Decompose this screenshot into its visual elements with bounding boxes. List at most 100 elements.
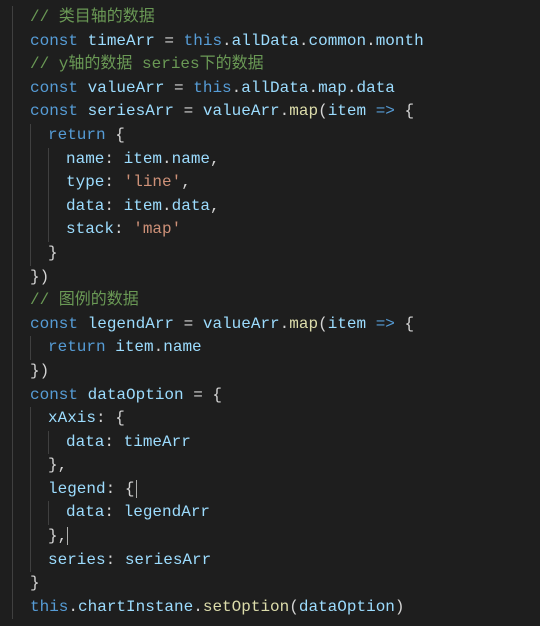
code-line[interactable]: data: legendArr xyxy=(12,501,540,525)
token-kw: return xyxy=(48,126,106,144)
token-pun: . xyxy=(222,32,232,50)
token-pun: } xyxy=(30,574,40,592)
code-line[interactable]: } xyxy=(12,242,540,266)
indent-guide xyxy=(30,525,31,549)
token-kw: => xyxy=(366,102,404,120)
code-line[interactable]: }) xyxy=(12,266,540,290)
code-line[interactable]: }, xyxy=(12,454,540,478)
code-line[interactable]: const timeArr = this.allData.common.mont… xyxy=(12,30,540,54)
token-pun: }) xyxy=(30,268,49,286)
code-line[interactable]: // 类目轴的数据 xyxy=(12,6,540,30)
indent-guide xyxy=(12,218,13,242)
token-pun: : { xyxy=(96,409,125,427)
code-line[interactable]: return item.name xyxy=(12,336,540,360)
indent-guide xyxy=(30,478,31,502)
indent-guide xyxy=(30,171,31,195)
token-pun: ( xyxy=(318,102,328,120)
code-line[interactable]: }) xyxy=(12,360,540,384)
code-line[interactable]: data: item.data, xyxy=(12,195,540,219)
token-kw: const xyxy=(30,386,88,404)
indent-guide xyxy=(30,195,31,219)
indent-guide xyxy=(30,549,31,573)
token-var: item xyxy=(328,315,366,333)
code-line[interactable]: return { xyxy=(12,124,540,148)
code-line[interactable]: // y轴的数据 series下的数据 xyxy=(12,53,540,77)
indent-guide xyxy=(12,360,13,384)
token-this: this xyxy=(30,598,68,616)
token-prop: legend xyxy=(48,480,106,498)
indent-guide xyxy=(48,171,49,195)
indent-guide xyxy=(30,242,31,266)
code-line[interactable]: legend: { xyxy=(12,478,540,502)
token-var: timeArr xyxy=(88,32,155,50)
token-var: item xyxy=(124,150,162,168)
token-prop: name xyxy=(172,150,210,168)
indent-guide xyxy=(12,77,13,101)
text-cursor xyxy=(136,480,137,498)
indent-guide xyxy=(12,242,13,266)
token-kw: return xyxy=(48,338,106,356)
indent-guide xyxy=(30,124,31,148)
token-var: valueArr xyxy=(88,79,165,97)
indent-guide xyxy=(30,501,31,525)
token-pun: { xyxy=(405,315,415,333)
token-var: item xyxy=(124,197,162,215)
token-fn: map xyxy=(289,315,318,333)
indent-guide xyxy=(12,501,13,525)
token-pun: }) xyxy=(30,362,49,380)
code-line[interactable]: } xyxy=(12,572,540,596)
token-pun: = xyxy=(155,32,184,50)
token-pun: . xyxy=(308,79,318,97)
token-cmt: // y轴的数据 series下的数据 xyxy=(30,55,264,73)
token-kw: const xyxy=(30,102,88,120)
token-str: 'map' xyxy=(133,220,181,238)
token-prop: chartInstane xyxy=(78,598,193,616)
token-prop: data xyxy=(66,197,104,215)
token-prop: xAxis xyxy=(48,409,96,427)
token-var: legendArr xyxy=(124,503,210,521)
token-pun: = { xyxy=(184,386,222,404)
token-fn: map xyxy=(289,102,318,120)
code-line[interactable]: const dataOption = { xyxy=(12,384,540,408)
indent-guide xyxy=(12,30,13,54)
token-pun: { xyxy=(405,102,415,120)
indent-guide xyxy=(12,313,13,337)
code-line[interactable]: // 图例的数据 xyxy=(12,289,540,313)
code-line[interactable]: }, xyxy=(12,525,540,549)
code-line[interactable]: stack: 'map' xyxy=(12,218,540,242)
indent-guide xyxy=(12,336,13,360)
code-line[interactable]: this.chartInstane.setOption(dataOption) xyxy=(12,596,540,620)
indent-guide xyxy=(12,384,13,408)
code-editor[interactable]: // 类目轴的数据const timeArr = this.allData.co… xyxy=(0,0,540,625)
code-line[interactable]: data: timeArr xyxy=(12,431,540,455)
token-var: valueArr xyxy=(203,102,280,120)
indent-guide xyxy=(12,100,13,124)
token-prop: allData xyxy=(232,32,299,50)
token-var: seriesArr xyxy=(125,551,211,569)
token-pun: . xyxy=(162,197,172,215)
token-pun: : xyxy=(104,197,123,215)
code-line[interactable]: const seriesArr = valueArr.map(item => { xyxy=(12,100,540,124)
code-line[interactable]: const legendArr = valueArr.map(item => { xyxy=(12,313,540,337)
indent-guide xyxy=(48,218,49,242)
indent-guide xyxy=(12,171,13,195)
indent-guide xyxy=(48,501,49,525)
code-line[interactable]: xAxis: { xyxy=(12,407,540,431)
token-prop: data xyxy=(66,503,104,521)
token-pun: = xyxy=(164,79,193,97)
token-pun: , xyxy=(210,150,220,168)
code-line[interactable]: series: seriesArr xyxy=(12,549,540,573)
indent-guide xyxy=(30,336,31,360)
text-cursor xyxy=(67,527,68,545)
code-line[interactable]: const valueArr = this.allData.map.data xyxy=(12,77,540,101)
token-pun: . xyxy=(162,150,172,168)
code-line[interactable]: type: 'line', xyxy=(12,171,540,195)
token-pun: , xyxy=(210,197,220,215)
indent-guide xyxy=(12,124,13,148)
token-fn: setOption xyxy=(203,598,289,616)
indent-guide xyxy=(30,218,31,242)
token-prop: allData xyxy=(241,79,308,97)
indent-guide xyxy=(12,431,13,455)
code-line[interactable]: name: item.name, xyxy=(12,148,540,172)
token-var: legendArr xyxy=(88,315,174,333)
